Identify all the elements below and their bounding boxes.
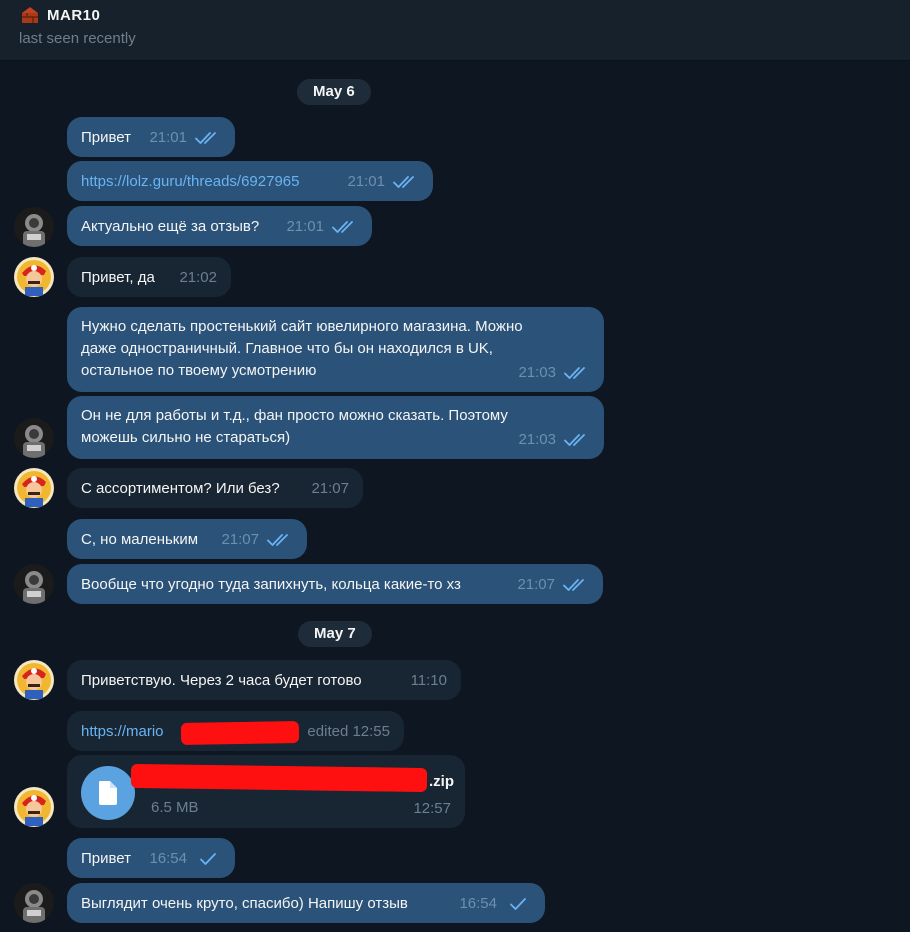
user-avatar-icon: [14, 564, 54, 604]
message-time: 21:01: [149, 129, 187, 146]
mario-avatar-icon: [14, 660, 54, 700]
message-bubble-outgoing[interactable]: Выглядит очень круто, спасибо) Напишу от…: [67, 883, 545, 923]
message-bubble-outgoing[interactable]: Вообще что угодно туда запихнуть, кольца…: [67, 564, 603, 604]
user-avatar-icon: [14, 883, 54, 923]
double-check-icon: [332, 220, 358, 234]
message-text: С, но маленьким: [81, 531, 199, 548]
message-meta: 21:01: [286, 216, 358, 238]
message-text: Он не для работы и т.д., фан просто можн…: [81, 407, 508, 446]
message-text: Нужно сделать простенький сайт ювелирног…: [81, 318, 523, 379]
double-check-icon: [564, 433, 590, 447]
double-check-icon: [267, 533, 293, 547]
message-meta: 21:01: [149, 127, 221, 149]
double-check-icon: [564, 366, 590, 380]
message-time: 21:02: [179, 269, 217, 286]
message-link[interactable]: https://mario: [81, 721, 164, 743]
user-avatar-icon: [14, 207, 54, 247]
message-meta: edited 12:55: [307, 721, 390, 743]
message-meta: 12:57: [413, 798, 451, 820]
message-bubble-incoming[interactable]: Приветствую. Через 2 часа будет готово 1…: [67, 660, 461, 700]
message-meta: 21:03: [518, 362, 590, 384]
message-text: С ассортиментом? Или без?: [81, 480, 280, 497]
single-check-icon: [195, 852, 221, 866]
message-meta: 21:03: [518, 429, 590, 451]
redaction-mark: [180, 720, 300, 746]
message-bubble-incoming[interactable]: Привет, да 21:02: [67, 257, 231, 297]
message-bubble-outgoing[interactable]: С, но маленьким 21:07: [67, 519, 307, 559]
avatar-mario[interactable]: [14, 660, 54, 700]
message-meta: 16:54: [149, 848, 221, 870]
message-text: Привет, да: [81, 269, 155, 286]
message-time: 16:54: [459, 895, 497, 912]
date-separator: May 6: [297, 79, 371, 105]
double-check-icon: [195, 131, 221, 145]
chat-title: MAR10: [19, 5, 100, 25]
message-meta: 11:10: [411, 670, 447, 692]
last-seen-status: last seen recently: [19, 30, 136, 47]
file-download-button[interactable]: [81, 766, 135, 820]
mario-avatar-icon: [14, 257, 54, 297]
message-bubble-outgoing[interactable]: https://lolz.guru/threads/6927965 21:01: [67, 161, 433, 201]
message-meta: 16:54: [459, 893, 531, 915]
message-link[interactable]: https://lolz.guru/threads/6927965: [81, 171, 299, 193]
message-meta: 21:07: [311, 478, 349, 500]
avatar-user[interactable]: [14, 883, 54, 923]
avatar-user[interactable]: [14, 564, 54, 604]
mario-avatar-icon: [14, 787, 54, 827]
message-bubble-outgoing[interactable]: Нужно сделать простенький сайт ювелирног…: [67, 307, 604, 392]
message-time: 11:10: [410, 672, 447, 689]
file-extension: .zip: [429, 773, 454, 790]
chat-name: MAR10: [47, 6, 101, 24]
message-time: 21:07: [311, 480, 349, 497]
avatar-user[interactable]: [14, 418, 54, 458]
message-text: Актуально ещё за отзыв?: [81, 218, 260, 235]
message-time: 21:01: [347, 173, 385, 190]
message-time: 21:01: [286, 218, 324, 235]
message-bubble-outgoing[interactable]: Привет 16:54: [67, 838, 235, 878]
message-text: Привет: [81, 129, 132, 146]
message-time: 12:57: [413, 800, 451, 817]
message-file-incoming[interactable]: .zip 6.5 MB 12:57: [67, 755, 465, 828]
single-check-icon: [505, 897, 531, 911]
user-avatar-icon: [14, 418, 54, 458]
redaction-mark: [130, 763, 428, 793]
double-check-icon: [393, 175, 419, 189]
document-icon: [99, 781, 117, 805]
message-bubble-incoming[interactable]: https://mario edited 12:55: [67, 711, 404, 751]
message-text: Приветствую. Через 2 часа будет готово: [81, 672, 362, 689]
message-time: 21:07: [221, 531, 259, 548]
message-meta: 21:07: [517, 574, 589, 596]
message-time: 21:07: [517, 576, 555, 593]
avatar-mario[interactable]: [14, 787, 54, 827]
message-bubble-incoming[interactable]: С ассортиментом? Или без? 21:07: [67, 468, 363, 508]
file-size: 6.5 MB: [151, 799, 199, 816]
message-text: Выглядит очень круто, спасибо) Напишу от…: [81, 895, 408, 912]
message-bubble-outgoing[interactable]: Актуально ещё за отзыв? 21:01: [67, 206, 372, 246]
message-meta: 21:01: [347, 171, 419, 193]
message-bubble-outgoing[interactable]: Он не для работы и т.д., фан просто можн…: [67, 396, 604, 459]
avatar-user[interactable]: [14, 207, 54, 247]
message-time: 21:03: [518, 364, 556, 381]
chat-header[interactable]: MAR10 last seen recently: [0, 0, 910, 61]
message-time: 21:03: [518, 431, 556, 448]
message-bubble-outgoing[interactable]: Привет 21:01: [67, 117, 235, 157]
message-time: edited 12:55: [307, 723, 390, 740]
avatar-mario[interactable]: [14, 257, 54, 297]
double-check-icon: [563, 578, 589, 592]
message-text: Привет: [81, 850, 132, 867]
message-meta: 21:02: [179, 267, 217, 289]
mario-avatar-icon: [14, 468, 54, 508]
message-text: Вообще что угодно туда запихнуть, кольца…: [81, 576, 461, 593]
brick-block-icon: [22, 7, 38, 23]
message-meta: 21:07: [221, 529, 293, 551]
date-separator: May 7: [298, 621, 372, 647]
message-time: 16:54: [149, 850, 187, 867]
avatar-mario[interactable]: [14, 468, 54, 508]
